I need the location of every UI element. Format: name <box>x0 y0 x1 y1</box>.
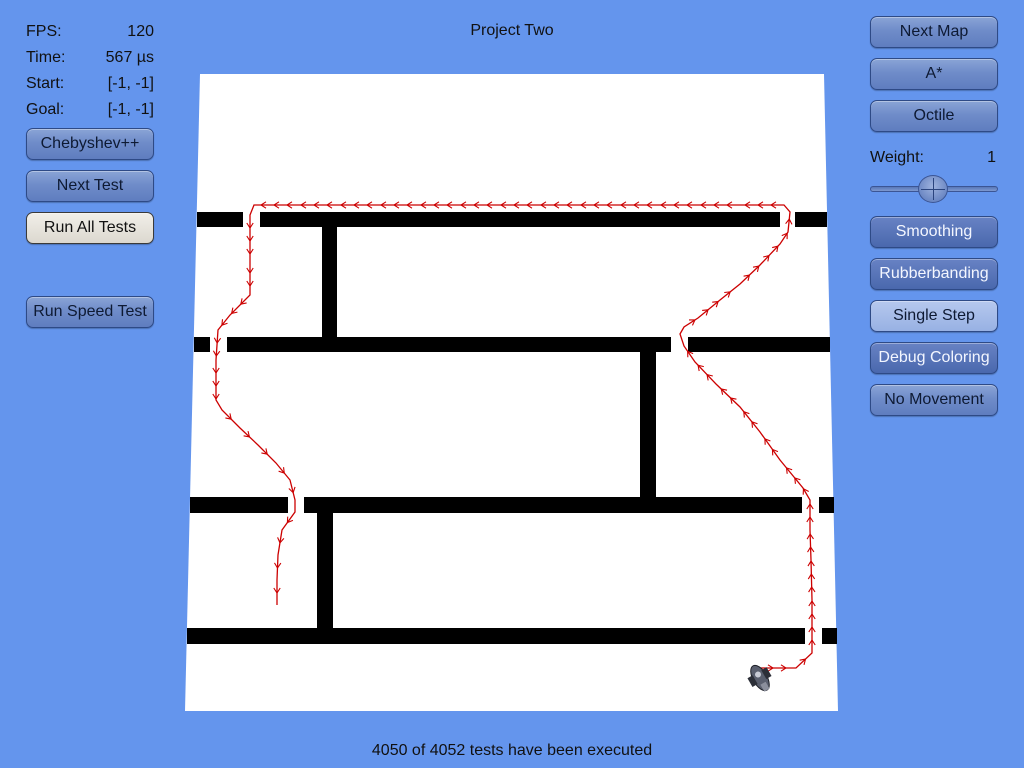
wall <box>688 337 830 352</box>
test-status: 4050 of 4052 tests have been executed <box>371 742 653 759</box>
wall <box>795 212 827 227</box>
wall <box>190 497 288 513</box>
map-floor <box>185 74 838 711</box>
wall <box>640 352 656 497</box>
wall <box>819 497 834 513</box>
wall <box>187 628 805 644</box>
map-viewport[interactable] <box>0 0 1024 768</box>
wall <box>197 212 243 227</box>
wall <box>322 227 337 337</box>
wall <box>822 628 837 644</box>
wall <box>227 337 671 352</box>
wall <box>260 212 780 227</box>
wall <box>304 497 802 513</box>
wall <box>317 513 333 628</box>
wall <box>194 337 210 352</box>
